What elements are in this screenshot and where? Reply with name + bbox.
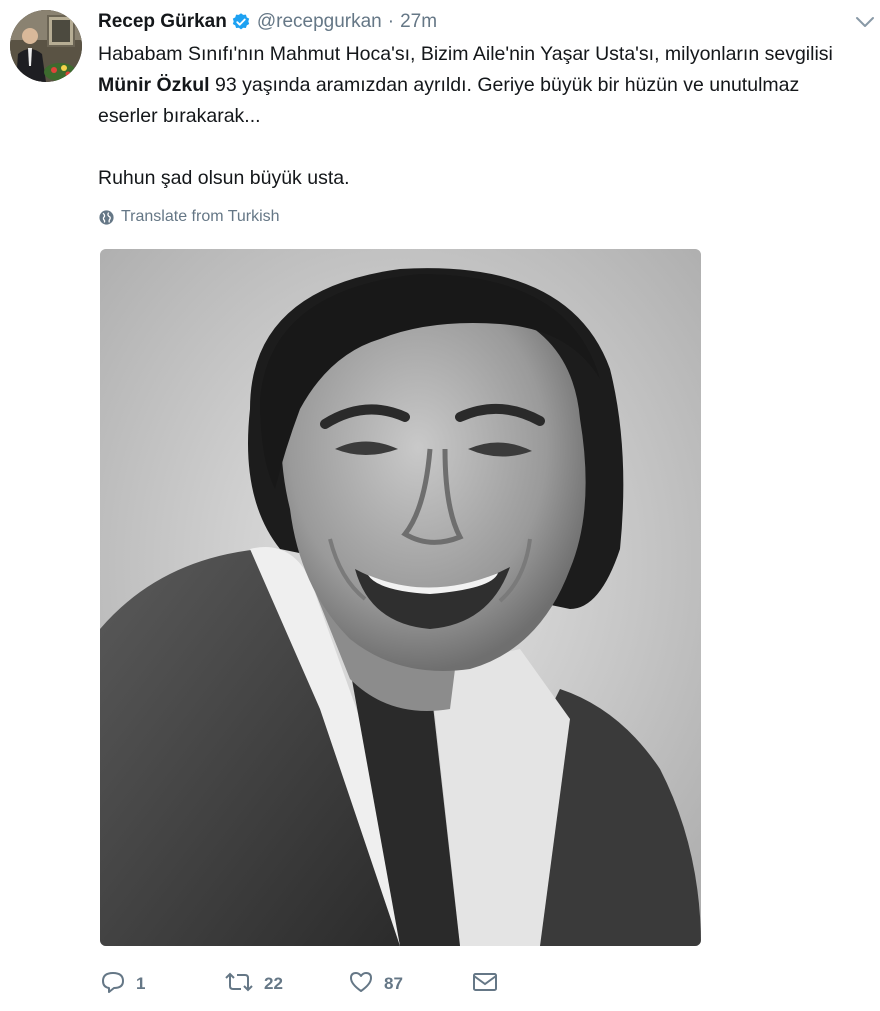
- tweet-actions: 1 22 87: [100, 966, 498, 1002]
- reply-button[interactable]: 1: [100, 970, 224, 999]
- tweet-content: Recep Gürkan @recepgurkan · 27m Hababam …: [98, 8, 858, 228]
- author-avatar[interactable]: [10, 10, 82, 82]
- chevron-down-icon[interactable]: [854, 14, 876, 30]
- translate-link[interactable]: Translate from Turkish: [98, 206, 858, 228]
- retweet-button[interactable]: 22: [224, 970, 348, 999]
- tweet-header: Recep Gürkan @recepgurkan · 27m: [98, 8, 858, 36]
- mention-bold-name: Münir Özkul: [98, 74, 210, 96]
- like-count: 87: [384, 974, 403, 993]
- tweet-paragraph-1: Hababam Sınıfı'nın Mahmut Hoca'sı, Bizim…: [98, 39, 848, 132]
- tweet-text: Hababam Sınıfı'nın Mahmut Hoca'sı, Bizim…: [98, 39, 848, 194]
- translate-label: Translate from Turkish: [121, 208, 280, 225]
- avatar-image: [10, 10, 82, 82]
- tweet-timestamp[interactable]: 27m: [400, 11, 437, 33]
- verified-badge-icon: [231, 12, 251, 32]
- reply-count: 1: [136, 974, 146, 993]
- heart-icon: [348, 970, 374, 999]
- tweet: Recep Gürkan @recepgurkan · 27m Hababam …: [0, 0, 880, 1011]
- tweet-photo[interactable]: [100, 249, 701, 946]
- reply-icon: [100, 970, 126, 999]
- direct-message-button[interactable]: [472, 971, 498, 998]
- tweet-paragraph-2: Ruhun şad olsun büyük usta.: [98, 167, 350, 189]
- separator-dot: ·: [387, 11, 395, 32]
- author-handle[interactable]: @recepgurkan: [257, 11, 382, 33]
- like-button[interactable]: 87: [348, 970, 472, 999]
- retweet-count: 22: [264, 974, 283, 993]
- portrait-photo: [100, 249, 701, 946]
- text-segment: Hababam Sınıfı'nın Mahmut Hoca'sı, Bizim…: [98, 43, 833, 65]
- globe-icon: [98, 209, 115, 226]
- retweet-icon: [224, 970, 254, 999]
- envelope-icon: [472, 971, 498, 998]
- author-name[interactable]: Recep Gürkan: [98, 11, 227, 33]
